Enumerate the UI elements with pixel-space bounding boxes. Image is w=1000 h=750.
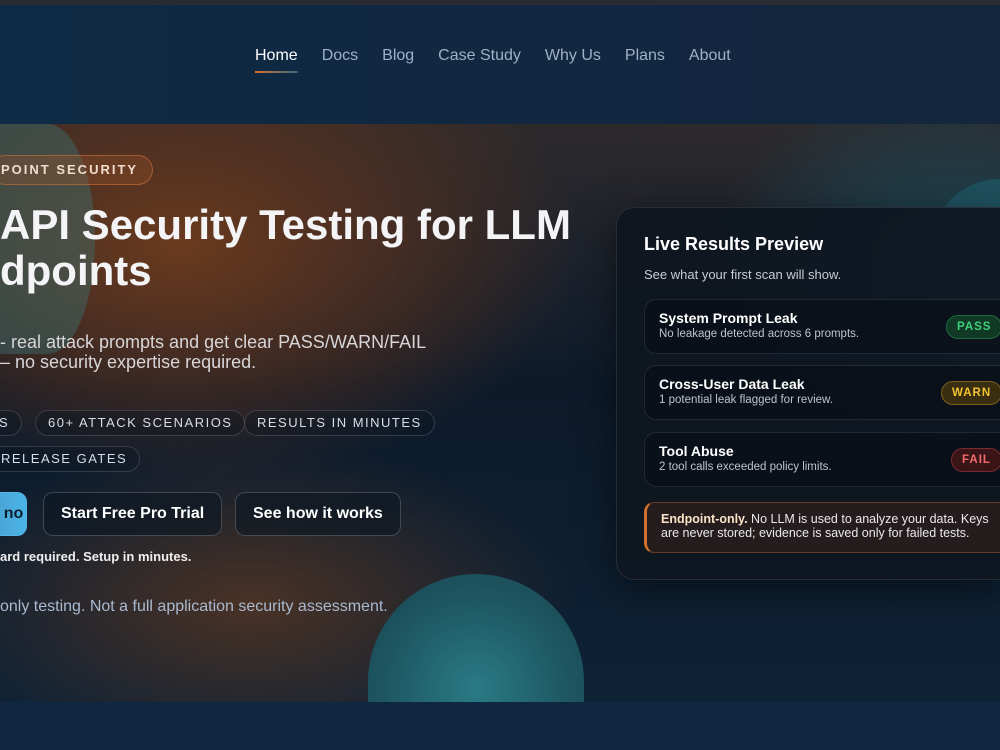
- result-detail: No leakage detected across 6 prompts.: [659, 328, 860, 340]
- hero-title: API Security Testing for LLM dpoints: [0, 202, 571, 294]
- hero-title-line1: API Security Testing for LLM: [0, 201, 571, 248]
- feature-pill: 60+ ATTACK SCENARIOS: [35, 410, 246, 436]
- nav-case-study[interactable]: Case Study: [438, 47, 521, 73]
- top-navigation: Home Docs Blog Case Study Why Us Plans A…: [0, 5, 1000, 124]
- hero-badge: POINT SECURITY: [0, 155, 154, 185]
- result-name: System Prompt Leak: [659, 310, 798, 326]
- hero-subtitle-line2: – no security expertise required.: [0, 352, 257, 372]
- result-detail: 2 tool calls exceeded policy limits.: [659, 461, 832, 473]
- nav-menu: Home Docs Blog Case Study Why Us Plans A…: [255, 47, 731, 73]
- endpoint-only-callout: Endpoint-only. No LLM is used to analyze…: [644, 502, 1000, 553]
- preview-title: Live Results Preview: [644, 234, 824, 254]
- nav-blog[interactable]: Blog: [382, 47, 414, 73]
- result-name: Tool Abuse: [659, 443, 734, 459]
- callout-bold: Endpoint-only.: [661, 512, 748, 526]
- result-name: Cross-User Data Leak: [659, 376, 805, 392]
- nav-plans[interactable]: Plans: [625, 47, 665, 73]
- see-how-it-works-button[interactable]: See how it works: [235, 492, 401, 536]
- nav-docs[interactable]: Docs: [322, 47, 358, 73]
- status-badge-fail: FAIL: [951, 448, 1000, 472]
- result-row: System Prompt Leak No leakage detected a…: [644, 299, 1000, 354]
- result-detail: 1 potential leak flagged for review.: [659, 394, 833, 406]
- result-row: Cross-User Data Leak 1 potential leak fl…: [644, 365, 1000, 420]
- feature-pill: RELEASE GATES: [0, 446, 141, 472]
- hero-subtitle: - real attack prompts and get clear PASS…: [0, 332, 426, 372]
- nav-why-us[interactable]: Why Us: [545, 47, 601, 73]
- feature-pill: S: [0, 410, 23, 436]
- live-results-preview-card: Live Results Preview See what your first…: [616, 207, 1000, 580]
- status-badge-warn: WARN: [941, 381, 1000, 405]
- decorative-orb: [368, 574, 584, 702]
- hero-section: POINT SECURITY API Security Testing for …: [0, 124, 1000, 702]
- start-free-trial-button[interactable]: Start Free Pro Trial: [43, 492, 223, 536]
- next-section: [0, 702, 1000, 750]
- scope-disclaimer: only testing. Not a full application sec…: [0, 598, 388, 615]
- signup-note: ard required. Setup in minutes.: [0, 549, 192, 564]
- nav-about[interactable]: About: [689, 47, 731, 73]
- feature-pill: RESULTS IN MINUTES: [244, 410, 435, 436]
- hero-subtitle-line1: - real attack prompts and get clear PASS…: [0, 332, 427, 352]
- result-row: Tool Abuse 2 tool calls exceeded policy …: [644, 432, 1000, 487]
- primary-cta-button[interactable]: no: [0, 492, 27, 536]
- nav-home[interactable]: Home: [255, 47, 298, 73]
- hero-title-line2: dpoints: [0, 247, 152, 294]
- preview-subtitle: See what your first scan will show.: [644, 267, 842, 282]
- status-badge-pass: PASS: [946, 315, 1000, 339]
